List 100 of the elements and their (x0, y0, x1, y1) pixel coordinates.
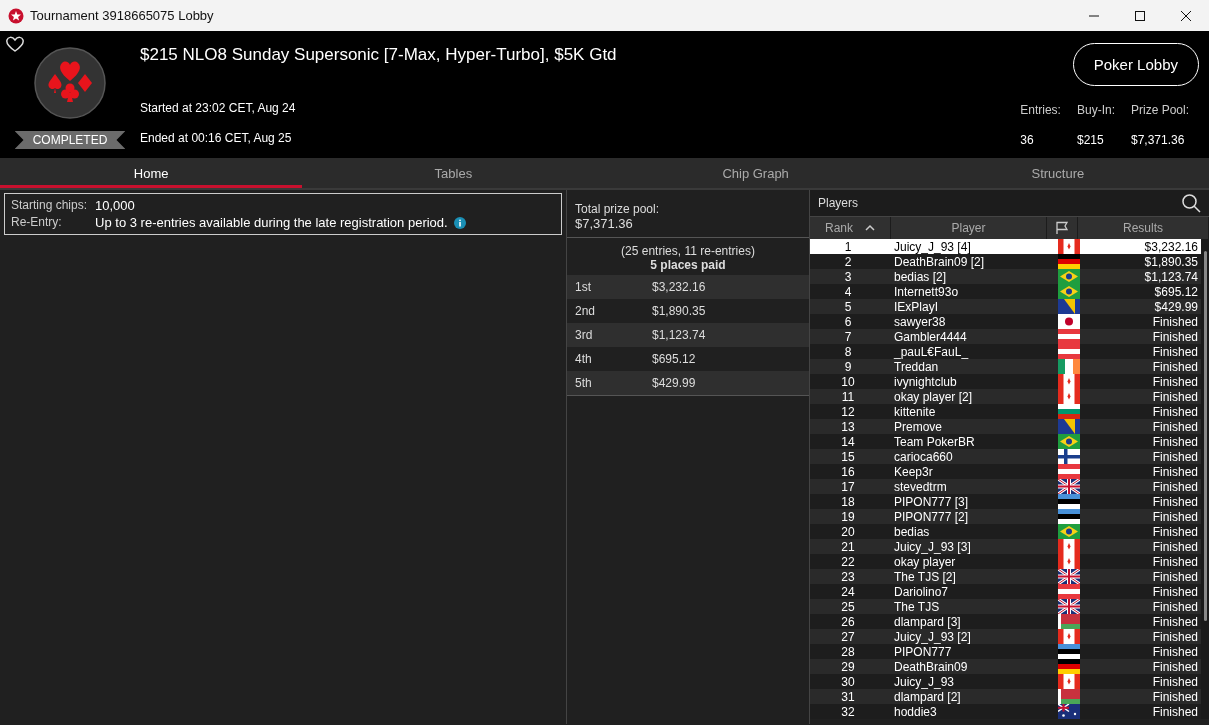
player-row[interactable]: 15 carioca660 Finished (810, 449, 1201, 464)
poker-lobby-button[interactable]: Poker Lobby (1072, 43, 1199, 86)
result-cell-text: $1,123.74 (1143, 269, 1199, 284)
player-name: Premove (893, 419, 944, 434)
search-icon[interactable] (1181, 193, 1201, 213)
maximize-icon[interactable] (1134, 9, 1146, 22)
result-cell-text: Finished (1151, 509, 1199, 524)
result-cell-text: Finished (1151, 479, 1199, 494)
entries-summary: (25 entries, 11 re-entries) (620, 244, 756, 258)
player-name: bedias [2] (893, 269, 948, 284)
result-cell-text: Finished (1151, 674, 1199, 689)
rank-cell-text: 25 (840, 599, 856, 614)
payout-place: 5th (575, 376, 593, 390)
rank-cell-text: 19 (840, 509, 856, 524)
player-name: okay player [2] (893, 389, 974, 404)
tournament-title: $215 NLO8 Sunday Supersonic [7-Max, Hyper-Turbo], $5K Gtd (140, 45, 618, 65)
rank-cell-text: 12 (840, 404, 856, 419)
player-row[interactable]: 27 Juicy_J_93 [2] Finished (810, 629, 1201, 644)
info-value: 10,000 (95, 198, 135, 213)
players-heading: Players (818, 196, 858, 210)
payout-amount: $3,232.16 (652, 280, 706, 294)
player-row[interactable]: 25 The TJS Finished (810, 599, 1201, 614)
result-cell-text: $3,232.16 (1143, 239, 1199, 254)
heart-icon[interactable] (6, 36, 24, 52)
player-name: _pauL€FauL_ (893, 344, 970, 359)
player-name: Team PokerBR (893, 434, 976, 449)
rank-cell-text: 6 (843, 314, 853, 329)
info-label: Re-Entry: (11, 215, 63, 230)
result-cell-text: Finished (1151, 539, 1199, 554)
rank-cell-text: 29 (840, 659, 856, 674)
player-row[interactable]: 3 bedias [2] $1,123.74 (810, 269, 1201, 284)
rank-cell-text: 2 (843, 254, 853, 269)
rank-cell-text: 21 (840, 539, 856, 554)
player-row[interactable]: 11 okay player [2] Finished (810, 389, 1201, 404)
end-time: Ended at 00:16 CET, Aug 25 (140, 131, 293, 145)
player-row[interactable]: 13 Premove Finished (810, 419, 1201, 434)
player-row[interactable]: 19 PIPON777 [2] Finished (810, 509, 1201, 524)
player-name: Keep3r (893, 464, 934, 479)
rank-cell-text: 11 (840, 389, 856, 404)
rank-cell-text: 22 (840, 554, 856, 569)
player-name: Juicy_J_93 [4] (893, 239, 972, 254)
result-cell-text: Finished (1151, 434, 1199, 449)
flag-icon (1055, 221, 1069, 235)
rank-cell-text: 16 (840, 464, 856, 479)
player-row[interactable]: 7 Gambler4444 Finished (810, 329, 1201, 344)
start-time: Started at 23:02 CET, Aug 24 (140, 101, 297, 115)
player-row[interactable]: 1 Juicy_J_93 [4] $3,232.16 (810, 239, 1201, 254)
tab[interactable]: Tables (302, 158, 605, 188)
player-row[interactable]: 29 DeathBrain09 Finished (810, 659, 1201, 674)
rank-cell-text: 32 (840, 704, 856, 719)
player-name: The TJS (893, 599, 941, 614)
tab[interactable]: Home (0, 158, 303, 188)
rank-cell-text: 23 (840, 569, 856, 584)
result-cell-text: Finished (1151, 689, 1199, 704)
rank-cell-text: 4 (843, 284, 853, 299)
result-cell-text: Finished (1151, 329, 1199, 344)
places-paid: 5 places paid (649, 258, 727, 272)
stat-label: Buy-In: (1076, 103, 1115, 117)
scrollbar[interactable] (1201, 239, 1209, 719)
payout-place: 2nd (575, 304, 597, 318)
rank-cell-text: 20 (840, 524, 856, 539)
player-name: DeathBrain09 [2] (893, 254, 986, 269)
rank-cell-text: 31 (840, 689, 856, 704)
rank-cell-text: 3 (843, 269, 853, 284)
result-cell-text: Finished (1151, 614, 1199, 629)
tab[interactable]: Structure (906, 158, 1209, 188)
player-name: carioca660 (893, 449, 954, 464)
player-row[interactable]: 23 The TJS [2] Finished (810, 569, 1201, 584)
tab[interactable]: Chip Graph (604, 158, 907, 188)
rank-cell-text: 26 (840, 614, 856, 629)
info-value: Up to 3 re-entries available during the late registration period. (95, 215, 448, 230)
player-name: DeathBrain09 (893, 659, 969, 674)
stat-value: $215 (1076, 133, 1105, 147)
rank-cell-text: 24 (840, 584, 856, 599)
payout-amount: $1,890.35 (652, 304, 706, 318)
result-cell-text: Finished (1151, 584, 1199, 599)
player-name: Gambler4444 (893, 329, 968, 344)
player-row[interactable]: 17 stevedtrm Finished (810, 479, 1201, 494)
window-title: Tournament 3918665075 Lobby (30, 8, 215, 23)
rank-cell-text: 8 (843, 344, 853, 359)
result-cell-text: Finished (1151, 359, 1199, 374)
result-cell-text: Finished (1151, 404, 1199, 419)
player-row[interactable]: 9 Treddan Finished (810, 359, 1201, 374)
result-cell-text: $1,890.35 (1143, 254, 1199, 269)
stat-label: Prize Pool: (1130, 103, 1189, 117)
close-icon[interactable] (1180, 9, 1192, 22)
result-cell-text: Finished (1151, 389, 1199, 404)
player-row[interactable]: 5 IExPlayI $429.99 (810, 299, 1201, 314)
player-name: Internett93o (893, 284, 960, 299)
prize-pool-total: $7,371.36 (575, 216, 634, 231)
rank-cell-text: 10 (840, 374, 856, 389)
info-label: Starting chips: (11, 198, 88, 213)
rank-cell-text: 14 (840, 434, 856, 449)
stat-value: $7,371.36 (1130, 133, 1186, 147)
info-icon (453, 216, 466, 229)
result-cell-text: Finished (1151, 704, 1199, 719)
player-row[interactable]: 21 Juicy_J_93 [3] Finished (810, 539, 1201, 554)
player-name: hoddie3 (893, 704, 938, 719)
rank-cell-text: 1 (843, 239, 853, 254)
player-row[interactable]: 31 dlampard [2] Finished (810, 689, 1201, 704)
